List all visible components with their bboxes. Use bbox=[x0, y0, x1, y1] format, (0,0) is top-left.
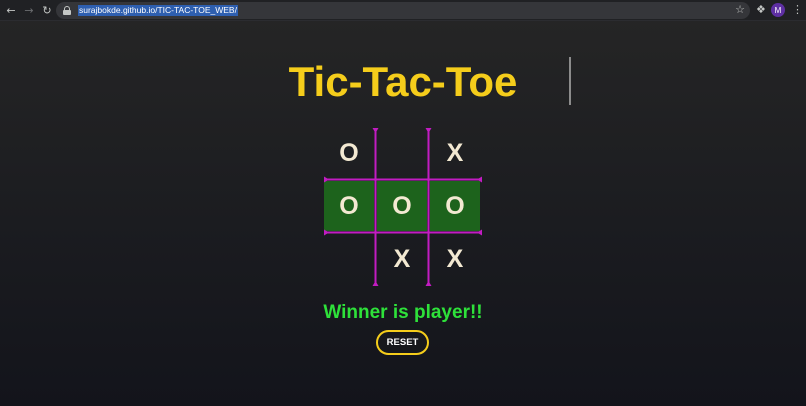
grid-tip-right-1 bbox=[477, 176, 482, 183]
browser-toolbar: ← → ↻ surajbokde.github.io/TIC-TAC-TOE_W… bbox=[0, 0, 806, 21]
lock-icon[interactable] bbox=[63, 6, 71, 15]
grid-tip-left-2 bbox=[324, 229, 329, 236]
page-title: Tic-Tac-Toe bbox=[288, 58, 518, 105]
grid-tip-left-1 bbox=[324, 176, 329, 183]
grid-tip-top-1 bbox=[372, 128, 379, 133]
back-arrow-icon[interactable]: ← bbox=[4, 3, 18, 17]
grid-tip-right-2 bbox=[477, 229, 482, 236]
kebab-menu-icon[interactable]: ⋮ bbox=[792, 3, 803, 16]
reset-button[interactable]: RESET bbox=[376, 330, 429, 355]
address-bar[interactable]: surajbokde.github.io/TIC-TAC-TOE_WEB/ ☆ bbox=[56, 2, 750, 19]
grid-tip-bottom-1 bbox=[372, 281, 379, 286]
url-text[interactable]: surajbokde.github.io/TIC-TAC-TOE_WEB/ bbox=[78, 5, 238, 16]
forward-arrow-icon[interactable]: → bbox=[22, 3, 36, 17]
bookmark-star-icon[interactable]: ☆ bbox=[735, 3, 745, 16]
board-grid-lines bbox=[324, 128, 482, 286]
grid-tip-bottom-2 bbox=[425, 281, 432, 286]
text-caret bbox=[569, 57, 571, 105]
reload-icon[interactable]: ↻ bbox=[40, 3, 54, 17]
profile-avatar[interactable]: M bbox=[771, 3, 785, 17]
grid-tip-top-2 bbox=[425, 128, 432, 133]
winner-message: Winner is player!! bbox=[323, 302, 483, 323]
extensions-puzzle-icon[interactable]: ❖ bbox=[756, 3, 766, 16]
game-board: O X O O O X X bbox=[324, 128, 482, 286]
